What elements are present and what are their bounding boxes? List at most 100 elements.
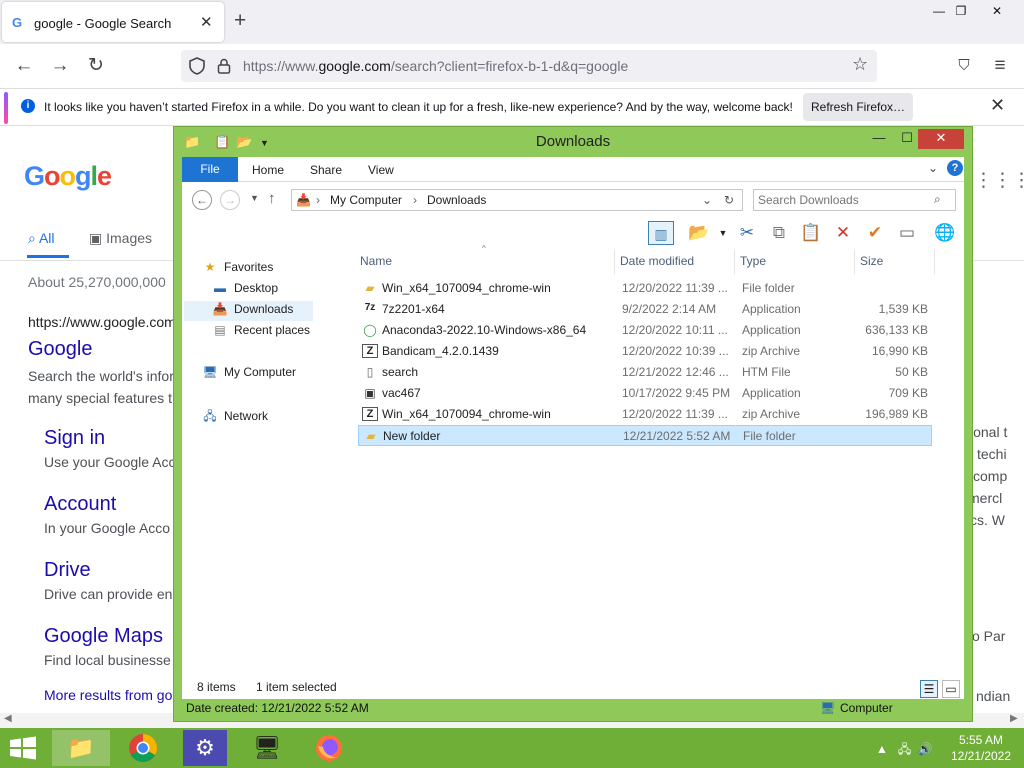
url-text[interactable]: https://www.google.com/search?client=fir… [243,58,628,74]
nav-downloads[interactable]: 📥 Downloads [212,302,294,322]
clock-time[interactable]: 5:55 AM [950,733,1012,747]
menu-icon[interactable]: ≡ [987,53,1013,79]
sublink-title[interactable]: Drive [44,559,91,582]
ribbon-expand-icon[interactable]: ⌄ [928,161,938,175]
google-logo[interactable]: Google [24,161,112,192]
file-type: Application [742,302,801,316]
notice-close-icon[interactable]: ✕ [990,95,1005,116]
file-row[interactable]: ▣ vac467 10/17/2022 9:45 PM Application … [358,383,932,404]
globe-icon[interactable]: 🌐 [932,221,958,245]
reload-icon[interactable]: ↻ [83,53,109,79]
search-downloads-box[interactable]: ⌕ [753,189,956,211]
breadcrumb-my-computer[interactable]: My Computer [330,193,402,207]
column-header-name[interactable]: Name [360,254,392,268]
file-row[interactable]: Z Win_x64_1070094_chrome-win 12/20/2022 … [358,404,932,425]
clock-date[interactable]: 12/21/2022 [946,749,1016,763]
file-row[interactable]: 7z 7z2201-x64 9/2/2022 2:14 AM Applicati… [358,299,932,320]
checkmark-icon[interactable]: ✔ [862,221,888,245]
nav-my-computer[interactable]: 🖥 My Computer [202,365,296,385]
system-tray[interactable]: ▲ 🖧 🔊 [876,740,933,761]
pocket-icon[interactable]: ⛉ [951,53,977,79]
file-row[interactable]: Z Bandicam_4.2.0.1439 12/20/2022 10:39 .… [358,341,932,362]
paste-icon[interactable]: 📋 [798,221,824,245]
move-to-folder-icon[interactable]: 📂 [686,221,712,245]
scroll-left-icon[interactable]: ◀ [4,713,12,724]
explorer-close-icon[interactable]: ✕ [918,129,964,149]
back-icon[interactable]: ← [192,190,212,210]
bookmark-star-icon[interactable]: ☆ [852,54,868,75]
file-type: File folder [743,429,796,443]
refresh-icon[interactable]: ↻ [724,193,734,207]
scroll-right-icon[interactable]: ▶ [1010,713,1018,724]
delete-icon[interactable]: ✕ [830,221,856,245]
more-results-link[interactable]: More results from go [44,687,172,703]
control-panel-taskbar-icon[interactable]: 🖥 [238,730,296,766]
result-title[interactable]: Google [28,338,93,361]
ribbon-tab-home[interactable]: Home [252,163,284,177]
column-separator[interactable] [614,250,615,274]
up-folder-icon[interactable]: ↑ [268,190,276,207]
nav-network[interactable]: 🖧 Network [202,407,268,427]
browser-tab[interactable]: G google - Google Search ✕ [2,2,224,42]
toolbar-dropdown-icon[interactable]: ▼ [710,221,736,245]
url-bar[interactable]: https://www.google.com/search?client=fir… [181,50,877,82]
nav-favorites[interactable]: ★ Favorites [202,260,274,280]
refresh-firefox-button[interactable]: Refresh Firefox… [803,93,913,121]
close-icon[interactable]: ✕ [980,0,1014,22]
large-icons-view-icon[interactable]: ▭ [942,680,960,698]
search-icon[interactable]: ⌕ [934,192,941,207]
ribbon-tab-view[interactable]: View [368,163,394,177]
side-text-fragment: comp [973,468,1008,484]
file-row-selected[interactable]: ▰ New folder 12/21/2022 5:52 AM File fol… [358,425,932,446]
breadcrumb-downloads[interactable]: Downloads [427,193,486,207]
windows-start-icon[interactable] [8,736,38,760]
file-name: Win_x64_1070094_chrome-win [382,281,551,295]
nav-recent-places[interactable]: ▤ Recent places [212,323,310,343]
restore-icon[interactable]: ❐ [944,0,978,22]
address-dropdown-icon[interactable]: ⌄ [702,193,712,207]
preview-pane-icon[interactable]: ▥ [648,221,674,245]
shield-icon[interactable] [189,57,205,75]
taskbar: 📁 ⚙ 🖥 ▲ 🖧 🔊 5:55 AM 12/21/2022 [0,728,1024,768]
ribbon-tab-share[interactable]: Share [310,163,342,177]
file-row[interactable]: ◯ Anaconda3-2022.10-Windows-x86_64 12/20… [358,320,932,341]
rename-icon[interactable]: ▭ [894,221,920,245]
explorer-minimize-icon[interactable]: — [864,129,894,149]
sublink-title[interactable]: Google Maps [44,625,163,648]
forward-icon[interactable]: → [47,53,73,79]
explorer-title-bar[interactable]: 📁 📋 📂 ▼ Downloads — ☐ ✕ [174,127,972,157]
file-explorer-taskbar-icon[interactable]: 📁 [52,730,110,766]
sublink-title[interactable]: Sign in [44,427,105,450]
lock-icon[interactable] [217,58,231,74]
tab-all[interactable]: ⌕ All [28,230,55,247]
column-header-size[interactable]: Size [860,254,883,268]
forward-icon[interactable]: → [220,190,240,210]
ribbon-tab-file[interactable]: File [182,157,238,182]
chrome-taskbar-icon[interactable] [114,730,172,766]
new-tab-icon[interactable]: + [234,9,246,33]
address-bar[interactable]: 📥 › My Computer › Downloads ⌄ ↻ [291,189,743,211]
file-row[interactable]: ▯ search 12/21/2022 12:46 ... HTM File 5… [358,362,932,383]
column-separator[interactable] [854,250,855,274]
search-input[interactable] [758,192,928,208]
column-header-date[interactable]: Date modified [620,254,694,268]
column-separator[interactable] [734,250,735,274]
copy-icon[interactable]: ⧉ [766,221,792,245]
details-view-icon[interactable]: ☰ [920,680,938,698]
tab-close-icon[interactable]: ✕ [200,13,213,31]
sublink-title[interactable]: Account [44,493,116,516]
back-icon[interactable]: ← [11,53,37,79]
result-url[interactable]: https://www.google.com [28,314,176,330]
file-size: 16,990 KB [871,344,928,358]
recent-locations-icon[interactable]: ▼ [250,193,259,203]
settings-taskbar-icon[interactable]: ⚙ [183,730,227,766]
nav-desktop[interactable]: ▬ Desktop [212,281,278,301]
help-icon[interactable]: ? [947,160,963,176]
column-header-type[interactable]: Type [740,254,766,268]
google-apps-icon[interactable]: ⋮⋮⋮ [974,169,1024,192]
file-row[interactable]: ▰ Win_x64_1070094_chrome-win 12/20/2022 … [358,278,932,299]
cut-icon[interactable]: ✂ [734,221,760,245]
column-separator[interactable] [934,250,935,274]
firefox-taskbar-icon[interactable] [300,730,358,766]
tab-images[interactable]: ▣ Images [89,230,152,247]
